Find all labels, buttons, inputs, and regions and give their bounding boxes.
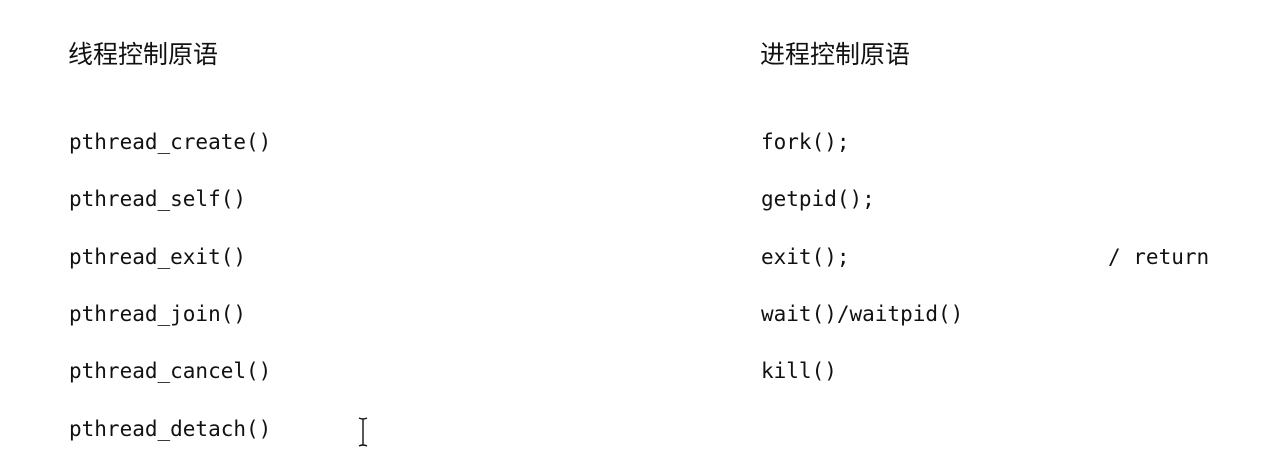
thread-primitive-item: pthread_cancel() <box>69 359 272 383</box>
process-primitives-heading: 进程控制原语 <box>760 40 911 69</box>
thread-primitive-item: pthread_join() <box>69 302 247 326</box>
process-primitive-item: getpid(); <box>761 187 875 211</box>
text-cursor-icon <box>358 417 368 447</box>
process-primitive-item: fork(); <box>761 130 850 154</box>
thread-primitives-heading: 线程控制原语 <box>68 40 219 69</box>
thread-primitive-item: pthread_create() <box>69 130 272 154</box>
thread-primitive-item: pthread_detach() <box>69 417 272 441</box>
exit-return-note: / return <box>1108 245 1210 269</box>
process-primitive-item: wait()/waitpid() <box>761 302 964 326</box>
thread-primitive-item: pthread_self() <box>69 187 247 211</box>
process-primitive-item: exit(); <box>761 245 850 269</box>
process-primitive-item: kill() <box>761 359 837 383</box>
thread-primitive-item: pthread_exit() <box>69 245 247 269</box>
